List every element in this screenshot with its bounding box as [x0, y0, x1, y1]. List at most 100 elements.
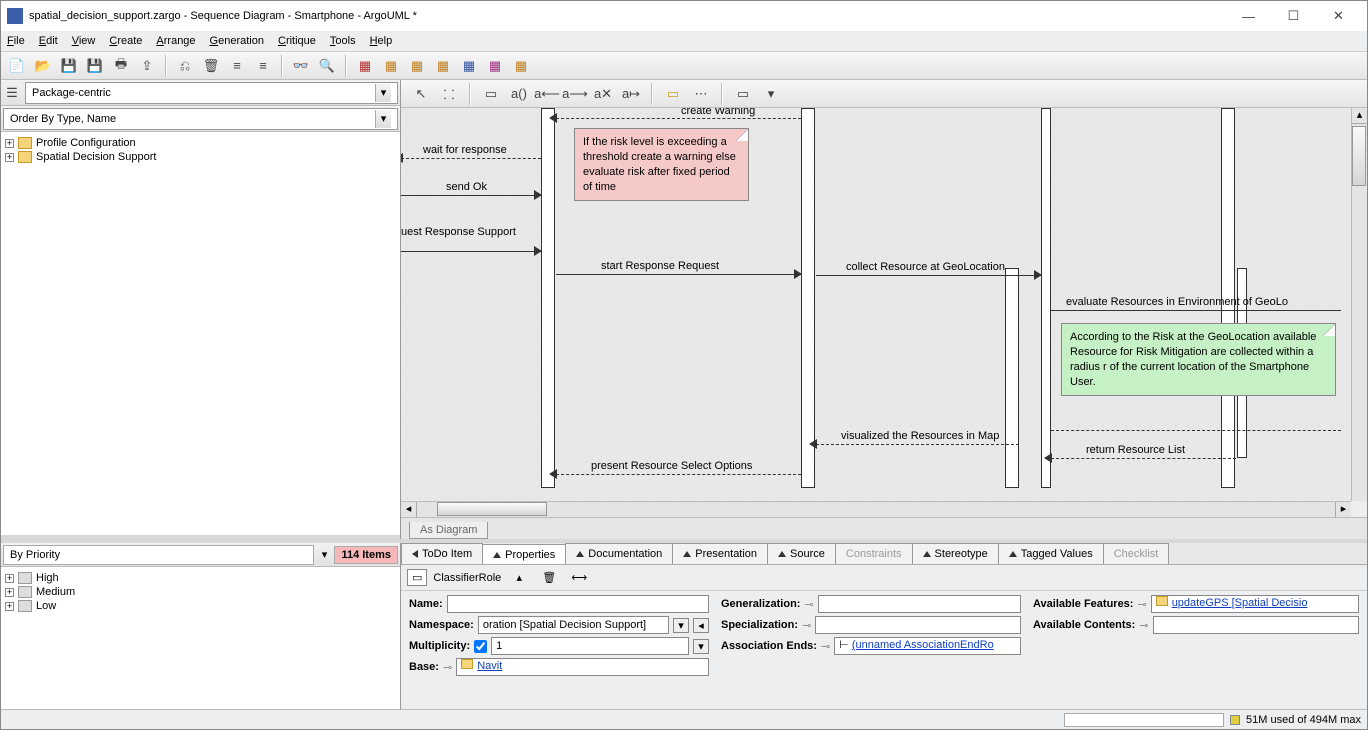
- classifier-tool[interactable]: ▭: [479, 83, 503, 105]
- activation-bar[interactable]: [801, 108, 815, 488]
- saveall-button[interactable]: 💾: [83, 55, 107, 77]
- explorer-tree[interactable]: + Profile Configuration + Spatial Decisi…: [1, 132, 400, 539]
- msg-support[interactable]: uest Response Support: [401, 226, 516, 238]
- perspective-config-button[interactable]: ☰: [1, 82, 23, 104]
- expand-icon[interactable]: +: [5, 574, 14, 583]
- print-button[interactable]: 🖶: [109, 55, 133, 77]
- export-button[interactable]: ⇪: [135, 55, 159, 77]
- msg-async-tool[interactable]: a↦: [619, 83, 643, 105]
- menu-help[interactable]: Help: [370, 35, 393, 47]
- msg-create-warning[interactable]: create Warning: [681, 108, 755, 117]
- note-risk-geo[interactable]: According to the Risk at the GeoLocation…: [1061, 323, 1336, 396]
- more-tool[interactable]: ▾: [759, 83, 783, 105]
- activation-bar[interactable]: [1005, 268, 1019, 488]
- nav-back-button[interactable]: ≡: [225, 55, 249, 77]
- undo-button[interactable]: ⎌: [173, 55, 197, 77]
- nav-up-button[interactable]: ▴: [507, 567, 531, 589]
- avail-contents-field[interactable]: [1153, 616, 1360, 634]
- msg-wait[interactable]: wait for response: [423, 144, 507, 156]
- tab-tagged-values[interactable]: Tagged Values: [998, 543, 1104, 564]
- generalization-field[interactable]: [818, 595, 1021, 613]
- maximize-button[interactable]: ☐: [1271, 2, 1316, 30]
- canvas-vscroll[interactable]: ▴: [1351, 108, 1367, 501]
- msg-collect[interactable]: collect Resource at GeoLocation: [846, 261, 1005, 273]
- open-button[interactable]: 📂: [31, 55, 55, 77]
- msg-start-response[interactable]: start Response Request: [601, 260, 719, 272]
- chevron-down-icon: ▾: [375, 84, 391, 102]
- todo-medium[interactable]: + Medium: [5, 585, 396, 599]
- activation-bar[interactable]: [1041, 108, 1051, 488]
- canvas-hscroll[interactable]: ◂ ▸: [401, 501, 1351, 517]
- minimize-button[interactable]: —: [1226, 2, 1271, 30]
- expand-icon[interactable]: +: [5, 153, 14, 162]
- select-tool[interactable]: ↖: [409, 83, 433, 105]
- tree-node-profile[interactable]: + Profile Configuration: [5, 136, 396, 150]
- tab-documentation[interactable]: Documentation: [565, 543, 673, 564]
- todo-high[interactable]: + High: [5, 571, 396, 585]
- nav-fwd-button[interactable]: ≡: [251, 55, 275, 77]
- msg-destroy-tool[interactable]: a✕: [591, 83, 615, 105]
- menu-arrange[interactable]: Arrange: [156, 35, 195, 47]
- perspective-combo[interactable]: Package-centric ▾: [25, 82, 398, 104]
- tab-properties[interactable]: Properties: [482, 544, 566, 565]
- menu-generation[interactable]: Generation: [210, 35, 264, 47]
- msg-create-tool[interactable]: a⟶: [563, 83, 587, 105]
- delete-element-button[interactable]: 🗑: [537, 567, 561, 589]
- comment-tool[interactable]: ▭: [661, 83, 685, 105]
- order-combo[interactable]: Order By Type, Name ▾: [3, 108, 398, 130]
- rect-tool[interactable]: ▭: [731, 83, 755, 105]
- close-button[interactable]: ✕: [1316, 2, 1361, 30]
- todo-tree[interactable]: + High + Medium + Low: [1, 567, 400, 709]
- note-risk-warning[interactable]: If the risk level is exceeding a thresho…: [574, 128, 749, 201]
- base-field[interactable]: Navit: [456, 658, 709, 676]
- goto-button[interactable]: ⟷: [567, 567, 591, 589]
- sequence-canvas[interactable]: create Warning wait for response send Ok…: [401, 108, 1351, 501]
- multiplicity-field[interactable]: [491, 637, 689, 655]
- todo-low[interactable]: + Low: [5, 599, 396, 613]
- namespace-combo[interactable]: oration [Spatial Decision Support]: [478, 616, 669, 634]
- menu-critique[interactable]: Critique: [278, 35, 316, 47]
- broom-tool[interactable]: ⸬: [437, 83, 461, 105]
- as-diagram-tab[interactable]: As Diagram: [401, 517, 1367, 539]
- name-field[interactable]: [447, 595, 709, 613]
- msg-call-tool[interactable]: a(): [507, 83, 531, 105]
- diag3-button[interactable]: ▦: [405, 55, 429, 77]
- menu-edit[interactable]: Edit: [39, 35, 58, 47]
- msg-send-ok[interactable]: send Ok: [446, 181, 487, 193]
- diag7-button[interactable]: ▦: [509, 55, 533, 77]
- delete-button[interactable]: 🗑: [199, 55, 223, 77]
- menu-file[interactable]: File: [7, 35, 25, 47]
- msg-return-tool[interactable]: a⟵: [535, 83, 559, 105]
- diag2-button[interactable]: ▦: [379, 55, 403, 77]
- find-button[interactable]: 👓: [289, 55, 313, 77]
- tree-node-sds[interactable]: + Spatial Decision Support: [5, 150, 396, 164]
- diag5-button[interactable]: ▦: [457, 55, 481, 77]
- new-button[interactable]: 📄: [5, 55, 29, 77]
- multiplicity-check[interactable]: [474, 640, 487, 653]
- expand-icon[interactable]: +: [5, 588, 14, 597]
- expand-icon[interactable]: +: [5, 139, 14, 148]
- diag1-button[interactable]: ▦: [353, 55, 377, 77]
- msg-visualized[interactable]: visualized the Resources in Map: [841, 430, 999, 442]
- tab-source[interactable]: Source: [767, 543, 836, 564]
- zoom-button[interactable]: 🔍: [315, 55, 339, 77]
- menu-create[interactable]: Create: [109, 35, 142, 47]
- comment-link-tool[interactable]: ⋯: [689, 83, 713, 105]
- menu-tools[interactable]: Tools: [330, 35, 356, 47]
- tab-todo-item[interactable]: ToDo Item: [401, 543, 483, 564]
- tab-presentation[interactable]: Presentation: [672, 543, 768, 564]
- tab-stereotype[interactable]: Stereotype: [912, 543, 999, 564]
- msg-present[interactable]: present Resource Select Options: [591, 460, 752, 472]
- diag4-button[interactable]: ▦: [431, 55, 455, 77]
- menu-view[interactable]: View: [72, 35, 96, 47]
- todo-by-combo[interactable]: By Priority: [3, 545, 314, 565]
- msg-evaluate[interactable]: evaluate Resources in Environment of Geo…: [1066, 296, 1288, 308]
- diag6-button[interactable]: ▦: [483, 55, 507, 77]
- msg-return-list[interactable]: return Resource List: [1086, 444, 1185, 456]
- assoc-ends-field[interactable]: ⊢ (unnamed AssociationEndRo: [834, 637, 1021, 655]
- specialization-field[interactable]: [815, 616, 1021, 634]
- expand-icon[interactable]: +: [5, 602, 14, 611]
- save-button[interactable]: 💾: [57, 55, 81, 77]
- activation-bar[interactable]: [541, 108, 555, 488]
- avail-features-field[interactable]: updateGPS [Spatial Decisio: [1151, 595, 1359, 613]
